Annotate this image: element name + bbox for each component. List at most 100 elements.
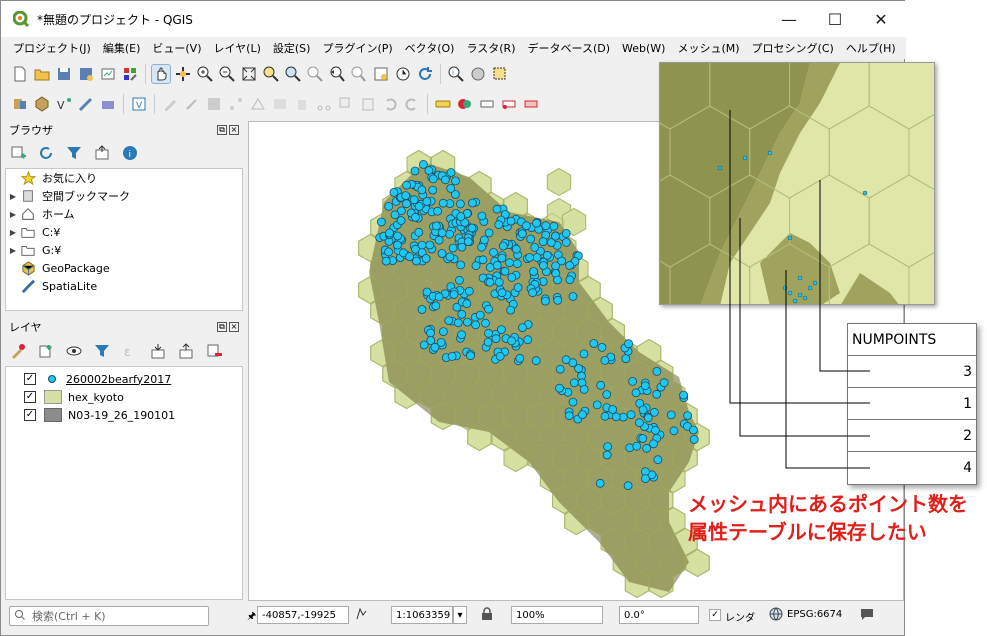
menu-web[interactable]: Web(W) — [616, 42, 671, 55]
filter-browser-icon[interactable] — [65, 144, 83, 162]
new-shapefile-icon[interactable]: V — [55, 95, 73, 113]
menu-vector[interactable]: ベクタ(O) — [399, 40, 461, 56]
bear-point — [402, 199, 411, 209]
menu-project[interactable]: プロジェクト(J) — [7, 40, 97, 56]
zoom-last-icon[interactable] — [328, 65, 346, 83]
browser-item-bookmarks[interactable]: ▶ 空間ブックマーク — [6, 187, 242, 205]
new-virtual-layer-icon[interactable] — [99, 95, 117, 113]
menu-raster[interactable]: ラスタ(R) — [460, 40, 521, 56]
data-source-manager-icon[interactable] — [11, 95, 29, 113]
float-panel-button[interactable]: ⧉ — [217, 125, 227, 135]
refresh-icon[interactable] — [416, 65, 434, 83]
label-style-icon[interactable] — [456, 95, 474, 113]
open-project-icon[interactable] — [33, 65, 51, 83]
spatialite-icon — [20, 278, 36, 294]
zoom-next-icon[interactable] — [350, 65, 368, 83]
expand-arrow-icon[interactable]: ▶ — [6, 228, 20, 237]
run-action-icon[interactable] — [469, 65, 487, 83]
print-layout-icon[interactable] — [99, 65, 117, 83]
crs-label[interactable]: EPSG:6674 — [787, 609, 842, 620]
float-panel-button[interactable]: ⧉ — [217, 322, 227, 332]
expand-arrow-icon[interactable]: ▶ — [6, 192, 20, 201]
toggle-editing-icon[interactable]: V — [130, 95, 148, 113]
style-panel-icon[interactable] — [9, 342, 27, 360]
manage-themes-icon[interactable] — [65, 342, 83, 360]
collapse-all-layers-icon[interactable] — [177, 342, 195, 360]
close-panel-button[interactable]: × — [229, 322, 239, 332]
zoom-native-icon[interactable] — [306, 65, 324, 83]
zoom-full-icon[interactable] — [240, 65, 258, 83]
filter-legend-icon[interactable] — [93, 342, 111, 360]
messages-icon[interactable] — [859, 607, 875, 624]
save-as-icon[interactable] — [77, 65, 95, 83]
menu-processing[interactable]: プロセシング(C) — [746, 40, 840, 56]
browser-item-favorites[interactable]: お気に入り — [6, 169, 242, 187]
new-geopackage-icon[interactable] — [33, 95, 51, 113]
layer-row[interactable]: ✓ N03-19_26_190101 — [6, 406, 242, 424]
menu-settings[interactable]: 設定(S) — [267, 40, 317, 56]
rotation-field[interactable]: 0.0° — [619, 606, 699, 624]
remove-layer-icon[interactable] — [205, 342, 223, 360]
menu-help[interactable]: ヘルプ(H) — [840, 40, 902, 56]
show-hide-labels-icon[interactable] — [500, 95, 518, 113]
expand-arrow-icon[interactable]: ▶ — [6, 210, 20, 219]
menu-edit[interactable]: 編集(E) — [97, 40, 147, 56]
bear-point — [557, 256, 567, 266]
render-checkbox[interactable]: ✓ — [709, 609, 721, 621]
new-map-view-icon[interactable] — [372, 65, 390, 83]
pin-labels-icon[interactable] — [478, 95, 496, 113]
browser-item-home[interactable]: ▶ ホーム — [6, 205, 242, 223]
expand-arrow-icon[interactable]: ▶ — [6, 246, 20, 255]
bear-point — [602, 450, 612, 460]
layer-visibility-checkbox[interactable]: ✓ — [24, 391, 36, 403]
pan-to-selection-icon[interactable] — [174, 65, 192, 83]
refresh-browser-icon[interactable] — [37, 144, 55, 162]
layer-visibility-checkbox[interactable]: ✓ — [24, 373, 36, 385]
close-panel-button[interactable]: × — [229, 125, 239, 135]
zoom-to-selection-icon[interactable] — [262, 65, 280, 83]
magnifier-field[interactable]: 100% — [511, 606, 603, 624]
properties-icon[interactable]: i — [121, 144, 139, 162]
browser-item-drive-c[interactable]: ▶ C:¥ — [6, 223, 242, 241]
temporal-controller-icon[interactable] — [394, 65, 412, 83]
layer-row[interactable]: ✓ hex_kyoto — [6, 388, 242, 406]
locator-search-input[interactable]: 検索(Ctrl + K) — [9, 606, 209, 626]
maximize-button[interactable]: ☐ — [812, 1, 858, 37]
zoom-out-icon[interactable] — [218, 65, 236, 83]
layer-row[interactable]: ✓ 260002bearfy2017 — [6, 370, 242, 388]
add-group-icon[interactable] — [37, 342, 55, 360]
expand-all-icon[interactable] — [149, 342, 167, 360]
minimize-button[interactable]: — — [766, 1, 812, 37]
zoom-to-layer-icon[interactable] — [284, 65, 302, 83]
browser-item-drive-g[interactable]: ▶ G:¥ — [6, 241, 242, 259]
identify-features-icon[interactable]: i — [447, 65, 465, 83]
menu-database[interactable]: データベース(D) — [522, 40, 617, 56]
menu-mesh[interactable]: メッシュ(M) — [671, 40, 745, 56]
collapse-all-icon[interactable] — [93, 144, 111, 162]
zoom-inset-map — [659, 62, 935, 305]
coordinate-field[interactable]: -40857,-19925 — [257, 606, 349, 624]
new-spatialite-icon[interactable] — [77, 95, 95, 113]
scale-dropdown-button[interactable]: ▾ — [453, 606, 467, 624]
select-features-icon[interactable] — [491, 65, 509, 83]
add-layer-icon[interactable] — [9, 144, 27, 162]
lock-icon[interactable] — [481, 607, 493, 624]
save-project-icon[interactable] — [55, 65, 73, 83]
layer-visibility-checkbox[interactable]: ✓ — [24, 409, 36, 421]
new-project-icon[interactable] — [11, 65, 29, 83]
zoom-in-icon[interactable] — [196, 65, 214, 83]
style-manager-icon[interactable] — [121, 65, 139, 83]
highlight-labels-icon[interactable] — [522, 95, 540, 113]
scale-field[interactable]: 1:1063359 — [391, 606, 453, 624]
pan-icon[interactable] — [151, 64, 171, 84]
menu-layer[interactable]: レイヤ(L) — [207, 40, 266, 56]
close-button[interactable]: ✕ — [858, 1, 904, 37]
label-toolbar-icon[interactable] — [434, 95, 452, 113]
browser-item-geopackage[interactable]: GeoPackage — [6, 259, 242, 277]
scale-lock-icon[interactable] — [355, 607, 369, 624]
globe-icon[interactable] — [769, 607, 783, 624]
menu-plugins[interactable]: プラグイン(P) — [316, 40, 398, 56]
browser-item-spatialite[interactable]: SpatiaLite — [6, 277, 242, 295]
bear-point — [437, 228, 447, 238]
menu-view[interactable]: ビュー(V) — [146, 40, 207, 56]
